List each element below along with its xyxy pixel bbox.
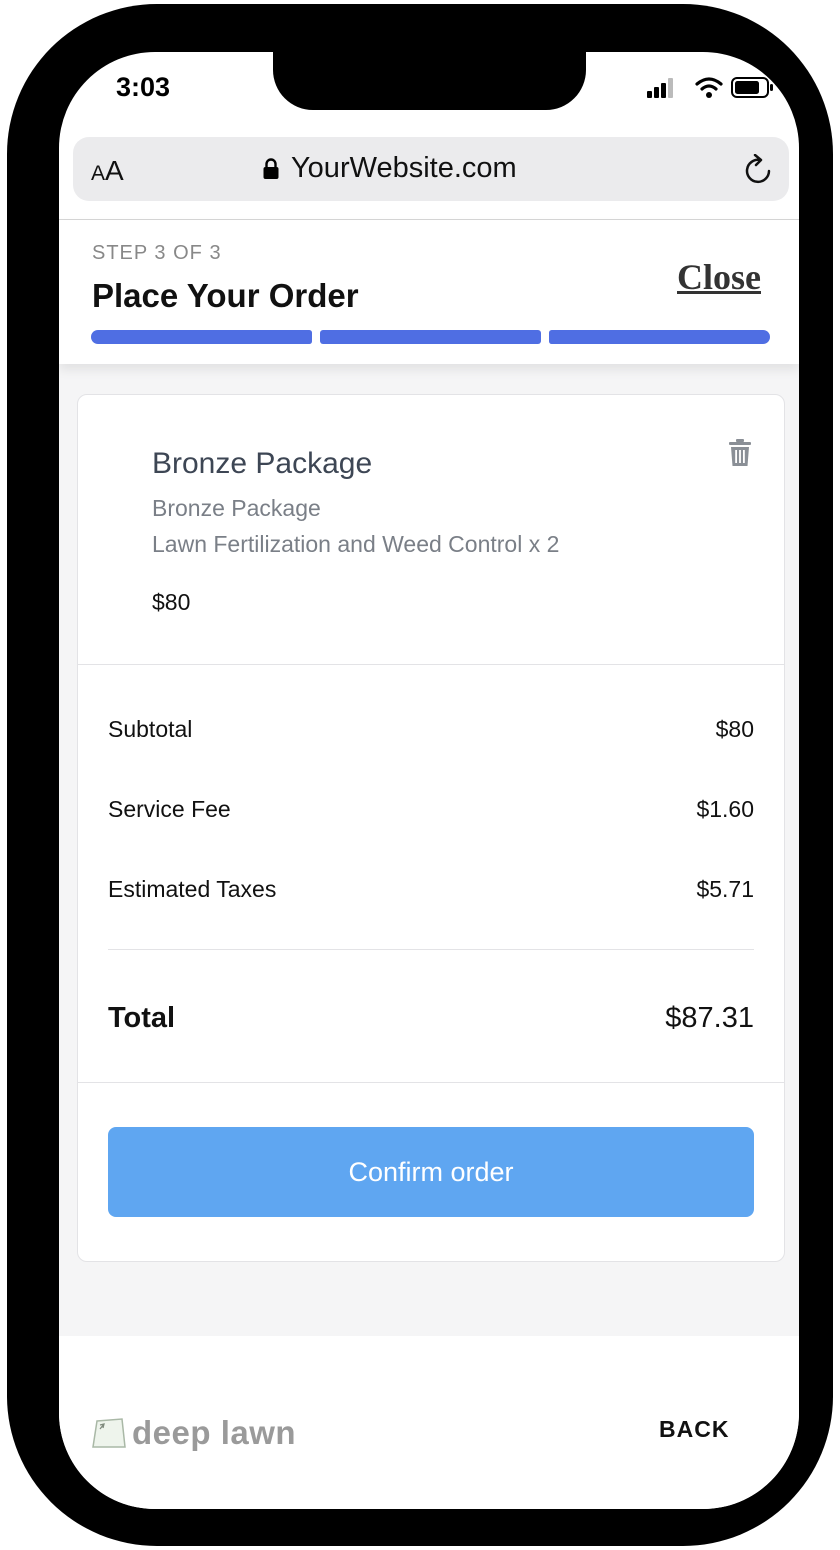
summary-amount: $5.71 (696, 876, 754, 902)
item-description: Lawn Fertilization and Weed Control x 2 (152, 531, 560, 557)
close-link[interactable]: Close (677, 256, 761, 298)
deep-lawn-logo: deep lawn (92, 1414, 296, 1452)
confirm-order-button[interactable]: Confirm order (108, 1127, 754, 1217)
progress-segment (549, 330, 770, 344)
summary-row-taxes: Estimated Taxes $5.71 (108, 876, 754, 903)
text-size-button[interactable]: AA (91, 155, 124, 187)
reload-icon[interactable] (743, 154, 775, 188)
signal-icon (647, 78, 673, 98)
url-text: YourWebsite.com (291, 152, 517, 184)
url-display[interactable]: YourWebsite.com (263, 152, 517, 185)
page-title: Place Your Order (92, 277, 359, 314)
summary-amount: $80 (715, 716, 754, 742)
summary-row-subtotal: Subtotal $80 (108, 716, 754, 743)
step-progress-bar (91, 330, 770, 344)
address-bar[interactable]: AA YourWebsite.com (73, 137, 789, 201)
checkout-header: STEP 3 OF 3 Place Your Order Close (59, 220, 799, 364)
total-label: Total (108, 1002, 176, 1034)
battery-icon (731, 77, 773, 98)
step-indicator: STEP 3 OF 3 (92, 242, 222, 264)
total-divider (108, 949, 754, 950)
progress-segment (320, 330, 541, 344)
item-price: $80 (152, 589, 191, 615)
item-name: Bronze Package (152, 447, 373, 480)
order-summary-card: Bronze Package Bronze Package Lawn Ferti… (77, 394, 785, 1262)
total-amount: $87.31 (665, 1002, 754, 1034)
summary-amount: $1.60 (696, 796, 754, 822)
notch (273, 52, 586, 110)
lock-icon (263, 157, 279, 179)
trash-icon[interactable] (728, 439, 752, 467)
wifi-icon (695, 77, 723, 98)
phone-frame: 3:03 AA YourWebsite.com STEP 3 OF 3 Plac… (7, 4, 833, 1546)
summary-label: Subtotal (108, 716, 193, 742)
summary-label: Service Fee (108, 796, 231, 822)
back-button[interactable]: BACK (659, 1416, 729, 1443)
summary-row-total: Total $87.31 (108, 1002, 754, 1035)
deep-lawn-logo-icon (92, 1418, 126, 1448)
item-divider (78, 664, 784, 665)
summary-row-service-fee: Service Fee $1.60 (108, 796, 754, 823)
phone-screen: 3:03 AA YourWebsite.com STEP 3 OF 3 Plac… (59, 52, 799, 1509)
logo-text: deep lawn (132, 1414, 297, 1451)
progress-segment (91, 330, 312, 344)
summary-label: Estimated Taxes (108, 876, 277, 902)
status-time: 3:03 (116, 72, 171, 102)
status-icons (647, 76, 775, 100)
item-subtitle: Bronze Package (152, 495, 321, 521)
button-divider (78, 1082, 784, 1083)
footer: deep lawn BACK (59, 1336, 799, 1509)
